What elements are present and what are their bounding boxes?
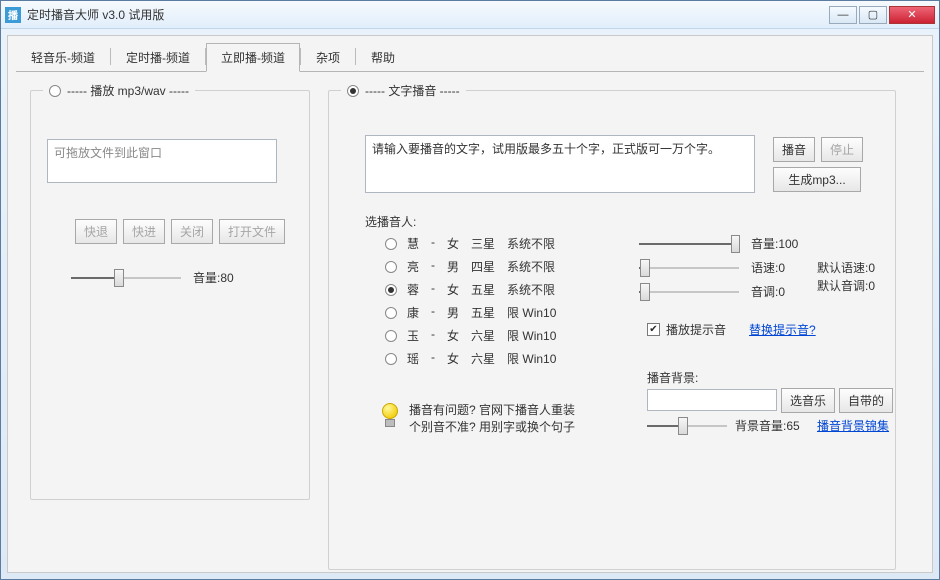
- voice-cell: 瑶: [407, 350, 419, 367]
- tts-text-input[interactable]: 请输入要播音的文字，试用版最多五十个字，正式版可一万个字。: [365, 135, 755, 193]
- voice-cell: 四星: [471, 258, 495, 275]
- tab-lightmusic[interactable]: 轻音乐-频道: [16, 43, 110, 72]
- tab-bar: 轻音乐-频道 定时播-频道 立即播-频道 杂项 帮助: [16, 42, 932, 71]
- group-text-to-speech: ----- 文字播音 ----- 请输入要播音的文字，试用版最多五十个字，正式版…: [328, 90, 896, 570]
- voice-cell: 女: [447, 235, 459, 252]
- voice-list: 慧-女三星系统不限亮-男四星系统不限蓉-女五星系统不限康-男五星限 Win10玉…: [385, 235, 556, 373]
- voice-cell: 系统不限: [507, 258, 555, 275]
- voice-cell: 系统不限: [507, 235, 555, 252]
- default-speed-label: 默认语速:0: [817, 259, 875, 276]
- rewind-button[interactable]: 快退: [75, 219, 117, 244]
- voice-cell: 限 Win10: [507, 304, 556, 321]
- voice-cell: 女: [447, 350, 459, 367]
- stop-tts-button[interactable]: 停止: [821, 137, 863, 162]
- play-prompt-label: 播放提示音: [666, 321, 726, 338]
- voice-radio[interactable]: [385, 284, 397, 296]
- voice-cell: 男: [447, 304, 459, 321]
- tts-speed-label: 语速:0: [751, 259, 785, 276]
- generate-mp3-button[interactable]: 生成mp3...: [773, 167, 861, 192]
- voice-row: 瑶-女六星限 Win10: [385, 350, 556, 367]
- window-title: 定时播音大师 v3.0 试用版: [27, 6, 829, 23]
- fastforward-button[interactable]: 快进: [123, 219, 165, 244]
- maximize-button[interactable]: ▢: [859, 6, 887, 24]
- group-play-file: ----- 播放 mp3/wav ----- 可拖放文件到此窗口 快退 快进 关…: [30, 90, 310, 500]
- open-file-button[interactable]: 打开文件: [219, 219, 285, 244]
- tts-speed-slider[interactable]: [639, 263, 739, 273]
- titlebar: 播 定时播音大师 v3.0 试用版 ― ▢ ✕: [1, 1, 939, 29]
- voice-cell: 三星: [471, 235, 495, 252]
- radio-play-file[interactable]: [49, 85, 61, 97]
- voice-cell: 女: [447, 327, 459, 344]
- bg-volume-label: 背景音量:65: [735, 417, 800, 434]
- voice-cell: -: [431, 327, 435, 344]
- tts-volume-slider[interactable]: [639, 239, 739, 249]
- voice-cell: -: [431, 350, 435, 367]
- voice-cell: 男: [447, 258, 459, 275]
- bg-volume-slider[interactable]: [647, 421, 727, 431]
- tab-misc[interactable]: 杂项: [301, 43, 355, 72]
- tab-help[interactable]: 帮助: [356, 43, 410, 72]
- voice-cell: 五星: [471, 281, 495, 298]
- minimize-button[interactable]: ―: [829, 6, 857, 24]
- voice-cell: 六星: [471, 327, 495, 344]
- hint-line-2: 个别音不准? 用别字或换个句子: [409, 418, 575, 435]
- voice-radio[interactable]: [385, 261, 397, 273]
- voice-cell: 系统不限: [507, 281, 555, 298]
- group-tts-header: ----- 文字播音 -----: [341, 82, 466, 99]
- voice-cell: 蓉: [407, 281, 419, 298]
- play-prompt-checkbox[interactable]: [647, 323, 660, 336]
- play-tts-button[interactable]: 播音: [773, 137, 815, 162]
- voice-cell: -: [431, 258, 435, 275]
- tts-pitch-label: 音调:0: [751, 283, 785, 300]
- builtin-music-button[interactable]: 自带的: [839, 388, 893, 413]
- bg-collection-link[interactable]: 播音背景锦集: [817, 417, 889, 434]
- lightbulb-icon: [379, 401, 401, 429]
- voice-row: 慧-女三星系统不限: [385, 235, 556, 252]
- group-play-file-header: ----- 播放 mp3/wav -----: [43, 82, 195, 99]
- voice-row: 康-男五星限 Win10: [385, 304, 556, 321]
- voice-cell: 女: [447, 281, 459, 298]
- default-pitch-label: 默认音调:0: [817, 277, 875, 294]
- voice-cell: 限 Win10: [507, 350, 556, 367]
- tab-immediate[interactable]: 立即播-频道: [206, 43, 300, 72]
- voice-cell: 五星: [471, 304, 495, 321]
- voice-cell: 玉: [407, 327, 419, 344]
- voice-cell: 六星: [471, 350, 495, 367]
- voice-radio[interactable]: [385, 353, 397, 365]
- hint-box: 播音有问题? 官网下播音人重装 个别音不准? 用别字或换个句子: [379, 401, 575, 435]
- tab-content: ----- 播放 mp3/wav ----- 可拖放文件到此窗口 快退 快进 关…: [8, 72, 932, 572]
- file-drop-area[interactable]: 可拖放文件到此窗口: [47, 139, 277, 183]
- choose-music-button[interactable]: 选音乐: [781, 388, 835, 413]
- replace-prompt-link[interactable]: 替换提示音?: [749, 321, 816, 338]
- voice-cell: 慧: [407, 235, 419, 252]
- app-window: 播 定时播音大师 v3.0 试用版 ― ▢ ✕ 轻音乐-频道 定时播-频道 立即…: [0, 0, 940, 580]
- bg-label: 播音背景:: [647, 369, 698, 386]
- file-volume-slider[interactable]: [71, 273, 181, 283]
- voice-cell: 限 Win10: [507, 327, 556, 344]
- file-volume-label: 音量:80: [193, 269, 234, 286]
- radio-text-to-speech[interactable]: [347, 85, 359, 97]
- tab-timed[interactable]: 定时播-频道: [111, 43, 205, 72]
- client-area: 轻音乐-频道 定时播-频道 立即播-频道 杂项 帮助 ----- 播放 mp3/…: [7, 35, 933, 573]
- voice-select-label: 选播音人:: [365, 213, 416, 230]
- voice-cell: -: [431, 281, 435, 298]
- close-file-button[interactable]: 关闭: [171, 219, 213, 244]
- voice-radio[interactable]: [385, 330, 397, 342]
- voice-radio[interactable]: [385, 307, 397, 319]
- voice-row: 亮-男四星系统不限: [385, 258, 556, 275]
- hint-line-1: 播音有问题? 官网下播音人重装: [409, 401, 575, 418]
- voice-row: 玉-女六星限 Win10: [385, 327, 556, 344]
- window-controls: ― ▢ ✕: [829, 6, 935, 24]
- voice-cell: -: [431, 235, 435, 252]
- voice-row: 蓉-女五星系统不限: [385, 281, 556, 298]
- voice-cell: -: [431, 304, 435, 321]
- voice-cell: 康: [407, 304, 419, 321]
- voice-radio[interactable]: [385, 238, 397, 250]
- close-button[interactable]: ✕: [889, 6, 935, 24]
- app-icon: 播: [5, 7, 21, 23]
- tts-volume-label: 音量:100: [751, 235, 798, 252]
- voice-cell: 亮: [407, 258, 419, 275]
- tts-pitch-slider[interactable]: [639, 287, 739, 297]
- bg-music-input[interactable]: [647, 389, 777, 411]
